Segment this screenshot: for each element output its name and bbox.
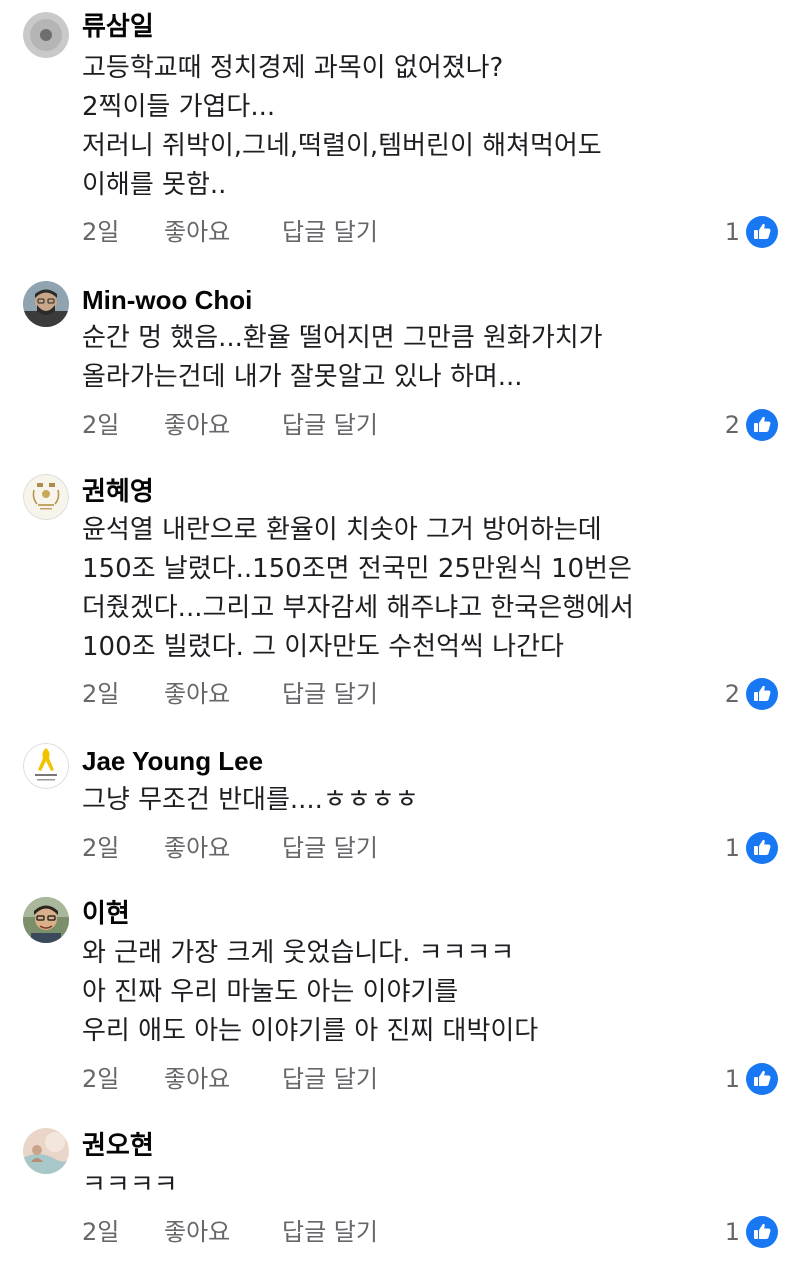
like-button[interactable]: 좋아요 (164, 1061, 230, 1097)
comment-text: 올라가는건데 내가 잘못알고 있나 하며... (82, 362, 523, 392)
reply-button[interactable]: 답글 달기 (282, 830, 378, 866)
reply-button[interactable]: 답글 달기 (282, 214, 378, 250)
avatar[interactable] (23, 474, 69, 520)
comment-text: 그냥 무조건 반대를....ㅎㅎㅎㅎ (82, 785, 419, 815)
thumbs-up-icon (746, 216, 778, 248)
reaction-count: 2 (724, 680, 740, 708)
comment-text: 아 진짜 우리 마눌도 아는 이야기를 (82, 977, 459, 1007)
comment-author[interactable]: 류삼일 (82, 10, 154, 42)
comment-text: 와 근래 가장 크게 웃었습니다. ㅋㅋㅋㅋ (82, 938, 515, 968)
comment-text: 이해를 못함.. (82, 170, 227, 200)
comment-author[interactable]: Min-woo Choi (82, 284, 252, 316)
comment-timestamp[interactable]: 2일 (82, 830, 119, 866)
thumbs-up-icon (746, 832, 778, 864)
comment-timestamp[interactable]: 2일 (82, 1061, 119, 1097)
comment-text: ㅋㅋㅋㅋ (82, 1170, 178, 1200)
comment-author[interactable]: Jae Young Lee (82, 745, 263, 777)
reaction-summary[interactable]: 2 (725, 676, 778, 712)
comment-author[interactable]: 권혜영 (82, 475, 154, 507)
like-button[interactable]: 좋아요 (164, 214, 230, 250)
reaction-summary[interactable]: 1 (725, 1061, 778, 1097)
reaction-count: 1 (724, 1065, 740, 1093)
like-button[interactable]: 좋아요 (164, 676, 230, 712)
reaction-count: 1 (724, 218, 740, 246)
comment-text: 150조 날렸다..150조면 전국민 25만원식 10번은 (82, 554, 632, 584)
thumbs-up-icon (746, 678, 778, 710)
reaction-count: 1 (724, 1218, 740, 1246)
thumbs-up-icon (746, 1063, 778, 1095)
like-button[interactable]: 좋아요 (164, 1214, 230, 1250)
comment-timestamp[interactable]: 2일 (82, 676, 119, 712)
comment-timestamp[interactable]: 2일 (82, 407, 119, 443)
thumbs-up-icon (746, 1216, 778, 1248)
reply-button[interactable]: 답글 달기 (282, 676, 378, 712)
comment-text: 100조 빌렸다. 그 이자만도 수천억씩 나간다 (82, 632, 564, 662)
reaction-summary[interactable]: 1 (725, 830, 778, 866)
avatar[interactable] (23, 12, 69, 58)
comment-text: 순간 멍 했음...환율 떨어지면 그만큼 원화가치가 (82, 323, 603, 353)
like-button[interactable]: 좋아요 (164, 830, 230, 866)
like-button[interactable]: 좋아요 (164, 407, 230, 443)
thumbs-up-icon (746, 409, 778, 441)
comment-text: 2찍이들 가엽다... (82, 92, 276, 122)
reaction-count: 2 (724, 411, 740, 439)
comment-text: 우리 애도 아는 이야기를 아 진찌 대박이다 (82, 1016, 539, 1046)
reaction-summary[interactable]: 2 (725, 407, 778, 443)
comment-text: 더줬겠다...그리고 부자감세 해주냐고 한국은행에서 (82, 593, 634, 623)
reaction-count: 1 (724, 834, 740, 862)
avatar[interactable] (23, 743, 69, 789)
reply-button[interactable]: 답글 달기 (282, 1061, 378, 1097)
comment-text: 윤석열 내란으로 환율이 치솟아 그거 방어하는데 (82, 515, 602, 545)
reaction-summary[interactable]: 1 (725, 1214, 778, 1250)
comment-timestamp[interactable]: 2일 (82, 214, 119, 250)
reply-button[interactable]: 답글 달기 (282, 1214, 378, 1250)
comment-text: 고등학교때 정치경제 과목이 없어졌나? (82, 53, 504, 83)
reaction-summary[interactable]: 1 (725, 214, 778, 250)
avatar[interactable] (23, 897, 69, 943)
comment-author[interactable]: 이현 (82, 897, 130, 929)
comment-text: 저러니 쥐박이,그네,떡렬이,템버린이 해쳐먹어도 (82, 131, 602, 161)
comment-author[interactable]: 권오현 (82, 1129, 154, 1161)
avatar[interactable] (23, 281, 69, 327)
avatar[interactable] (23, 1128, 69, 1174)
comment-timestamp[interactable]: 2일 (82, 1214, 119, 1250)
reply-button[interactable]: 답글 달기 (282, 407, 378, 443)
